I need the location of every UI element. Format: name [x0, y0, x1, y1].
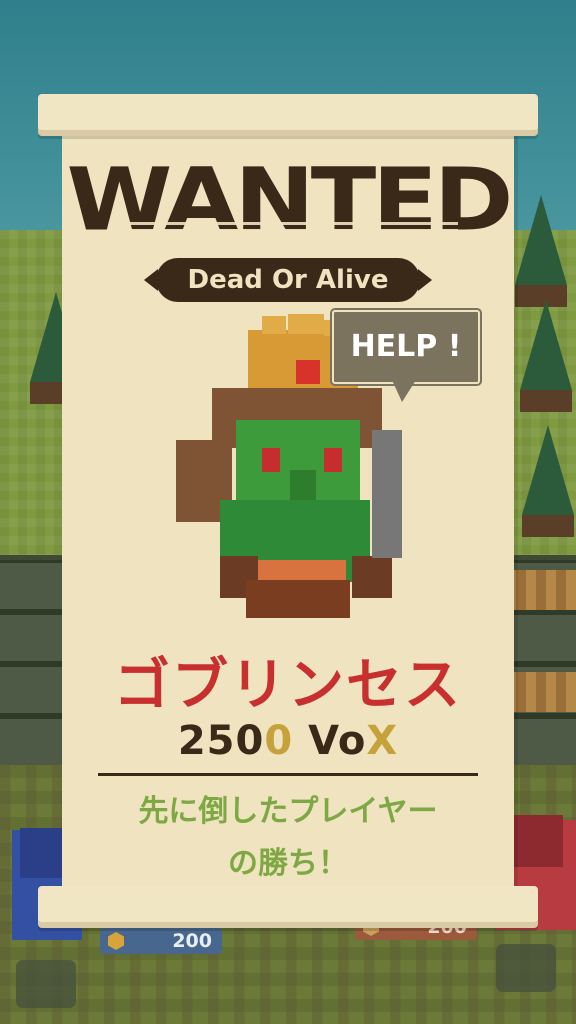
right-action-button[interactable]: [496, 944, 556, 992]
title-stripes: [118, 222, 458, 244]
crown-jewel: [296, 360, 320, 384]
wooden-bridge: [506, 672, 576, 712]
nose: [290, 470, 316, 500]
description-line-1: 先に倒したプレイヤー: [138, 794, 438, 829]
wooden-bridge: [506, 570, 576, 610]
crown-spike: [288, 314, 324, 334]
reward-currency-x: X: [366, 718, 399, 764]
help-speech-bubble: HELP !: [330, 308, 482, 386]
tree-right-mid: [520, 300, 572, 412]
left-score-value: 200: [172, 930, 212, 952]
description-line-2: の勝ち！: [228, 846, 348, 881]
reward-number-gold-digit: 0: [264, 718, 294, 764]
skirt: [246, 580, 350, 618]
right-eye: [324, 448, 342, 472]
tree-right-low: [522, 425, 574, 537]
left-action-button[interactable]: [16, 960, 76, 1008]
speech-bubble-tail: [392, 380, 416, 402]
belt: [250, 560, 346, 580]
crown-spike: [262, 316, 286, 334]
tree-right-top: [515, 195, 567, 307]
right-hand: [352, 556, 392, 598]
reward-amount: 2500 VoX: [62, 718, 514, 764]
target-name: ゴブリンセス: [114, 653, 462, 718]
coin-icon: [108, 932, 124, 950]
scroll-top-roll: [38, 94, 538, 136]
reward-number: 250: [177, 718, 265, 764]
subtitle-ribbon: Dead Or Alive: [144, 258, 432, 302]
left-eye: [262, 448, 280, 472]
reward-currency-vo: Vo: [293, 718, 367, 764]
left-score-bar: 200: [100, 928, 222, 954]
poster-divider: [98, 773, 478, 776]
scroll-bottom-roll: [38, 886, 538, 928]
shield: [372, 430, 402, 558]
